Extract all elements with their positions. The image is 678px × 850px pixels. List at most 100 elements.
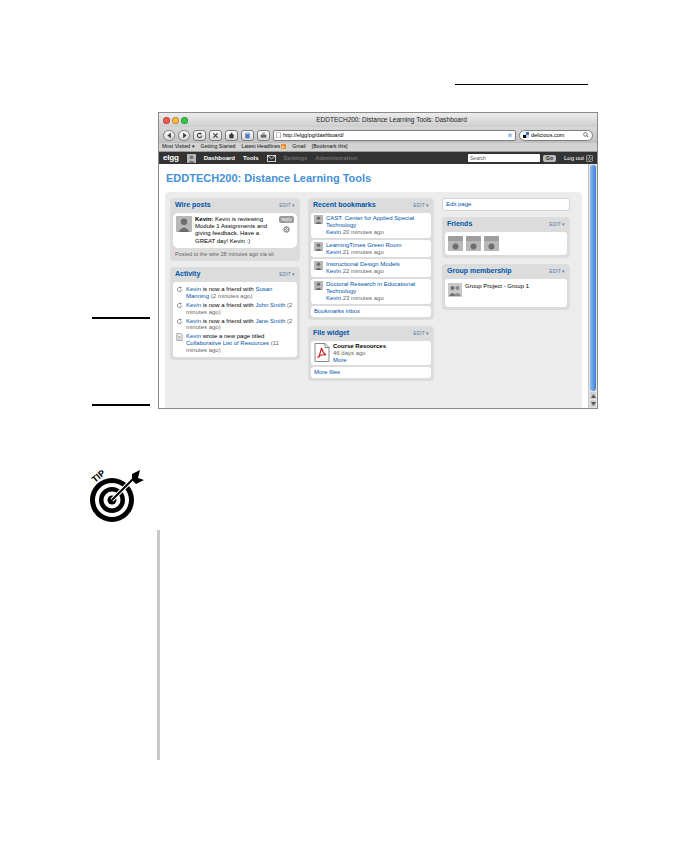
widget-title: Recent bookmarks — [313, 200, 376, 211]
user-icon[interactable] — [187, 154, 196, 163]
stop-icon[interactable] — [209, 130, 222, 141]
bookmark-label[interactable]: [Bookmark this] — [312, 143, 348, 151]
activity-text: Kevin is now a friend with John Smith (2… — [186, 302, 294, 316]
go-button[interactable]: Go — [543, 155, 556, 162]
widget-header: Group membershipEDIT ▾ — [445, 266, 567, 277]
friend-avatar[interactable] — [448, 236, 463, 251]
bookmark-icon[interactable] — [241, 130, 254, 141]
site-search[interactable] — [468, 154, 540, 162]
more-files-link[interactable]: More files — [314, 369, 340, 375]
friend-avatar[interactable] — [466, 236, 481, 251]
reload-icon[interactable] — [193, 130, 206, 141]
browser-window: EDDTECH200: Distance Learning Tools: Das… — [158, 112, 598, 409]
widget-edit-button[interactable]: EDIT ▾ — [549, 221, 565, 229]
bookmark-item[interactable]: Latest Headlines — [242, 143, 287, 151]
bookmarks-inbox-link[interactable]: Bookmarks inbox — [314, 308, 360, 314]
file-time: 46 days ago — [333, 350, 428, 357]
widget-edit-button[interactable]: EDIT ▾ — [413, 202, 429, 210]
power-icon[interactable] — [586, 155, 593, 162]
bookmark-meta: Kevin 20 minutes ago — [326, 229, 428, 236]
home-icon[interactable] — [225, 130, 238, 141]
group-name[interactable]: Group Project - Group 1 — [465, 283, 564, 290]
file-more-link[interactable]: More — [333, 357, 428, 364]
bookmark-author[interactable]: Kevin — [326, 295, 341, 301]
activity-actor[interactable]: Kevin — [186, 302, 201, 308]
file-widget: File widgetEDIT ▾Course Resources46 days… — [308, 326, 434, 382]
bookmark-entry: Doctoral Research in Educational Technol… — [311, 279, 431, 304]
scrollbar-thumb[interactable] — [590, 165, 596, 391]
activity-item: Kevin wrote a new page titled Collaborat… — [174, 333, 296, 354]
post-author[interactable]: Kevin: — [195, 216, 213, 222]
activity-actor[interactable]: Kevin — [186, 286, 201, 292]
owner-avatar[interactable] — [314, 215, 323, 224]
print-icon[interactable] — [257, 130, 270, 141]
edit-page-link[interactable]: Edit page — [446, 201, 471, 207]
scroll-down-button[interactable] — [590, 400, 596, 407]
minimize-button[interactable] — [172, 117, 179, 124]
reply-button[interactable]: reply — [279, 216, 294, 223]
bookmark-label[interactable]: Latest Headlines — [242, 143, 281, 151]
bookmark-item[interactable]: Gmail — [292, 143, 306, 151]
widget-edit-button[interactable]: EDIT ▾ — [413, 330, 429, 338]
delete-icon[interactable] — [283, 226, 290, 233]
activity-actor[interactable]: Kevin — [186, 318, 201, 324]
widget-edit-button[interactable]: EDIT ▾ — [279, 271, 295, 279]
bookmark-title[interactable]: Instructional Design Models — [326, 261, 428, 268]
widget-footer: Bookmarks inbox — [311, 306, 431, 317]
zoom-button[interactable] — [181, 117, 188, 124]
bookmark-text: CAST: Center for Applied Special Technol… — [326, 215, 428, 236]
site-nav-item[interactable]: Tools — [243, 154, 259, 163]
bookmark-time: 21 minutes ago — [343, 249, 384, 255]
mail-icon[interactable] — [267, 155, 276, 162]
owner-avatar[interactable] — [314, 261, 323, 270]
bookmark-item[interactable]: Getting Started — [201, 143, 236, 151]
logout-button[interactable]: Log out — [564, 154, 593, 163]
activity-item: Kevin is now a friend with John Smith (2… — [174, 302, 296, 316]
widget-header: ActivityEDIT ▾ — [173, 269, 297, 280]
bookmark-author[interactable]: Kevin — [326, 229, 341, 235]
bookmark-item[interactable]: [Bookmark this] — [312, 143, 348, 151]
activity-actor[interactable]: Kevin — [186, 333, 201, 339]
bookmark-author[interactable]: Kevin — [326, 249, 341, 255]
bookmark-item[interactable]: Most Visited ▾ — [162, 143, 195, 151]
activity-time: (2 minutes ago) — [211, 293, 253, 299]
bookmark-title[interactable]: CAST: Center for Applied Special Technol… — [326, 215, 428, 229]
owner-avatar[interactable] — [314, 242, 323, 251]
file-title[interactable]: Course Resources — [333, 343, 428, 350]
search-icon[interactable] — [583, 132, 589, 138]
star-icon[interactable] — [507, 132, 513, 138]
bookmark-label[interactable]: Most Visited ▾ — [162, 143, 195, 151]
tip-box: TIP — [0, 464, 678, 526]
site-nav-item[interactable]: Dashboard — [204, 154, 235, 163]
activity-object[interactable]: Collaborative List of Resources — [186, 340, 269, 346]
activity-object[interactable]: John Smith — [255, 302, 285, 308]
scrollbar[interactable] — [588, 164, 597, 408]
site-logo[interactable]: elgg — [163, 152, 179, 164]
logout-label[interactable]: Log out — [564, 154, 584, 163]
friend-avatar[interactable] — [484, 236, 499, 251]
bookmark-author[interactable]: Kevin — [326, 268, 341, 274]
bookmark-title[interactable]: LearningTimes Green Room — [326, 242, 428, 249]
widget-edit-button[interactable]: EDIT ▾ — [549, 268, 565, 276]
author-avatar[interactable] — [176, 216, 192, 232]
page-icon — [276, 132, 281, 138]
close-button[interactable] — [163, 117, 170, 124]
group-icon[interactable] — [448, 283, 462, 297]
forward-icon[interactable] — [178, 130, 190, 141]
search-engine[interactable]: delicious.com — [531, 131, 581, 139]
widget-edit-button[interactable]: EDIT ▾ — [279, 202, 295, 210]
bookmark-label[interactable]: Getting Started — [201, 143, 236, 151]
search-bar[interactable]: delicious.com — [519, 130, 593, 141]
bookmark-label[interactable]: Gmail — [292, 143, 306, 151]
pdf-icon[interactable] — [314, 343, 330, 362]
owner-avatar[interactable] — [314, 281, 323, 290]
address-bar[interactable]: http://elgg/pg/dashboard/ — [273, 130, 516, 141]
back-icon[interactable] — [163, 130, 175, 141]
bookmark-title[interactable]: Doctoral Research in Educational Technol… — [326, 281, 428, 295]
bookmarks-bar: Most Visited ▾ Getting Started Latest Head… — [159, 143, 597, 152]
address-text[interactable]: http://elgg/pg/dashboard/ — [283, 131, 505, 139]
activity-object[interactable]: Jane Smith — [255, 318, 285, 324]
bookmark-time: 20 minutes ago — [343, 229, 384, 235]
bookmark-meta: Kevin 23 minutes ago — [326, 295, 428, 302]
scroll-up-button[interactable] — [590, 392, 596, 399]
